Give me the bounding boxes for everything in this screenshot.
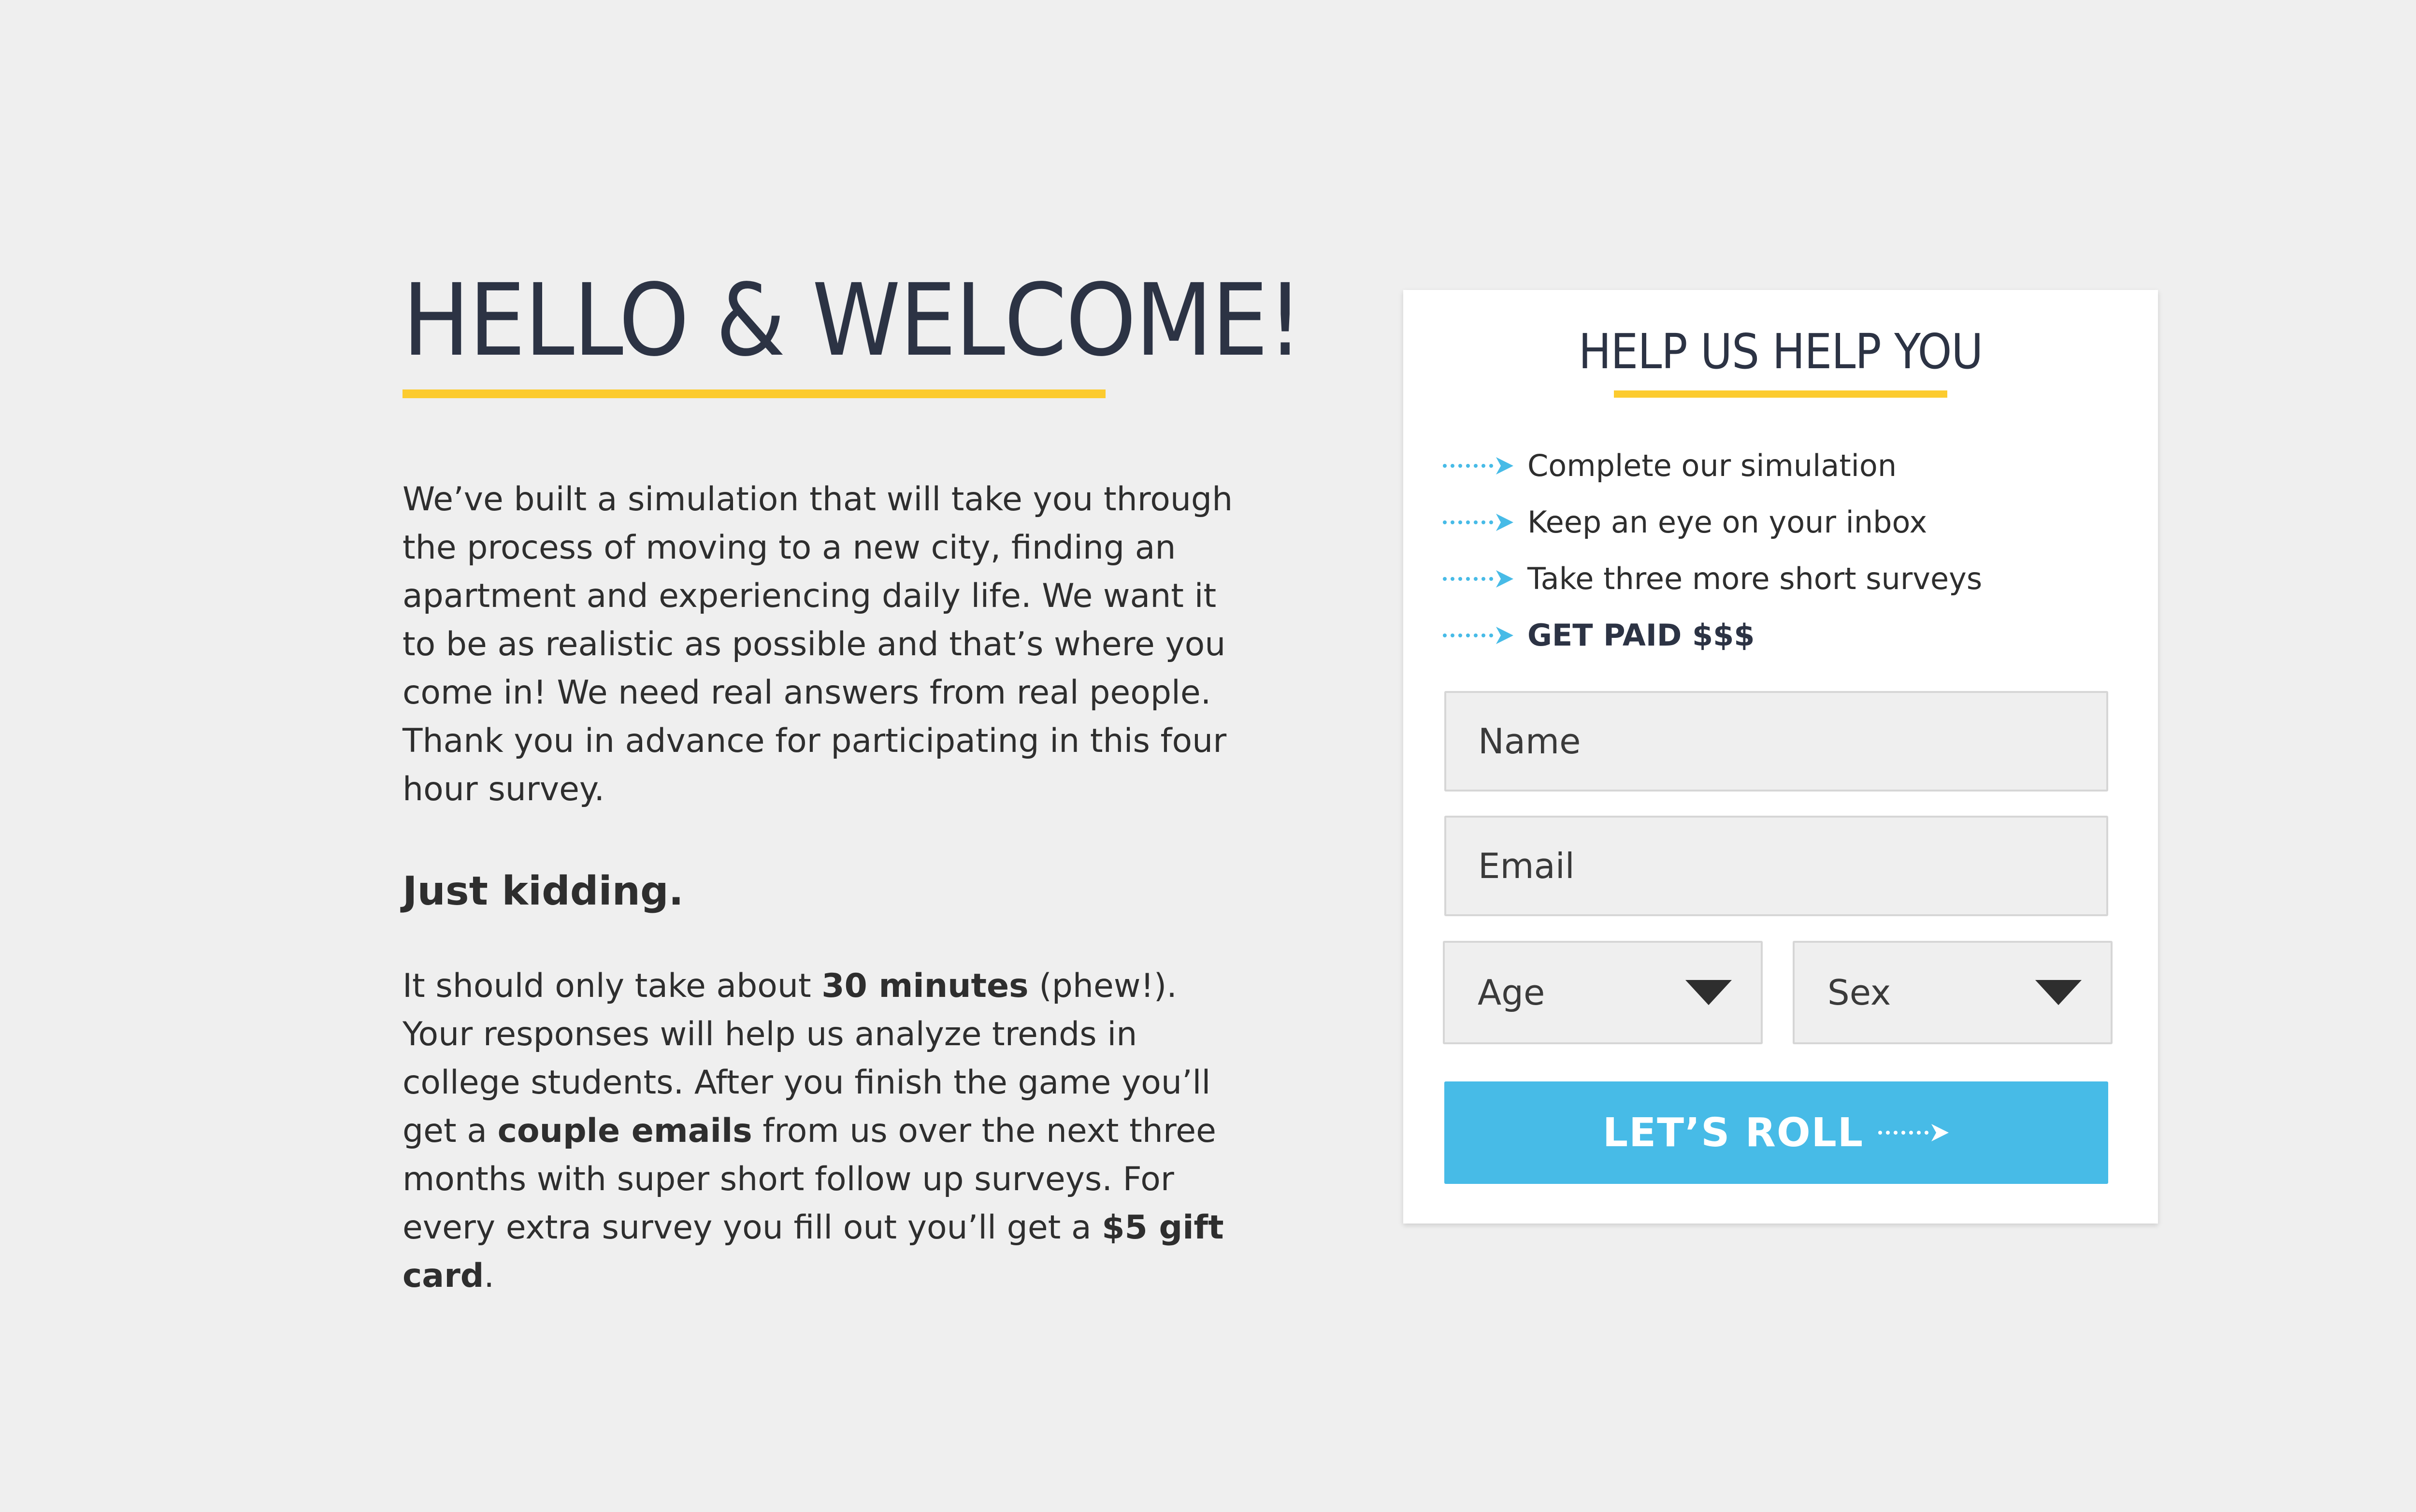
dotted-arrow-icon bbox=[1443, 457, 1513, 475]
lets-roll-label: LET’S ROLL bbox=[1602, 1109, 1864, 1156]
details-paragraph: It should only take about 30 minutes (ph… bbox=[403, 962, 1253, 1300]
details-text-4: . bbox=[484, 1257, 495, 1295]
name-input[interactable] bbox=[1444, 691, 2108, 792]
step-label-final: GET PAID $$$ bbox=[1527, 618, 1755, 653]
title-underline bbox=[403, 389, 1106, 398]
welcome-section: HELLO & WELCOME! We’ve built a simulatio… bbox=[403, 262, 1303, 1300]
dotted-arrow-icon bbox=[1443, 513, 1513, 531]
lets-roll-button[interactable]: LET’S ROLL bbox=[1444, 1081, 2108, 1184]
dotted-arrow-icon bbox=[1443, 570, 1513, 588]
details-bold-duration: 30 minutes bbox=[821, 967, 1029, 1005]
details-bold-emails: couple emails bbox=[497, 1112, 752, 1150]
card-header: HELP US HELP YOU bbox=[1403, 328, 2158, 398]
card-title: HELP US HELP YOU bbox=[1578, 323, 1984, 380]
dotted-arrow-icon bbox=[1443, 626, 1513, 644]
step-label: Take three more short surveys bbox=[1527, 561, 1983, 596]
caret-down-icon bbox=[1685, 980, 1732, 1005]
list-item: Complete our simulation bbox=[1442, 437, 2118, 494]
details-text-1: It should only take about bbox=[403, 967, 822, 1005]
step-label: Keep an eye on your inbox bbox=[1527, 504, 1927, 540]
details-text: It should only take about 30 minutes (ph… bbox=[403, 962, 1253, 1300]
caret-down-icon bbox=[2035, 980, 2082, 1005]
sex-select[interactable]: Sex bbox=[1793, 941, 2113, 1044]
signup-card: HELP US HELP YOU Complete our simulation bbox=[1403, 290, 2158, 1224]
email-input[interactable] bbox=[1444, 816, 2108, 916]
list-item: GET PAID $$$ bbox=[1442, 607, 2118, 663]
step-label: Complete our simulation bbox=[1527, 448, 1897, 483]
card-title-underline bbox=[1614, 390, 1947, 398]
steps-list: Complete our simulation Keep an eye on y… bbox=[1442, 437, 2118, 663]
page-title: HELLO & WELCOME! bbox=[403, 262, 1303, 378]
intro-text: We’ve built a simulation that will take … bbox=[403, 475, 1253, 814]
sex-select-label: Sex bbox=[1827, 972, 1891, 1013]
age-select-label: Age bbox=[1478, 972, 1545, 1013]
kidding-heading: Just kidding. bbox=[403, 868, 684, 914]
intro-paragraph: We’ve built a simulation that will take … bbox=[403, 480, 1233, 808]
dotted-arrow-icon bbox=[1878, 1124, 1949, 1141]
age-select[interactable]: Age bbox=[1443, 941, 1763, 1044]
list-item: Take three more short surveys bbox=[1442, 550, 2118, 607]
list-item: Keep an eye on your inbox bbox=[1442, 494, 2118, 550]
